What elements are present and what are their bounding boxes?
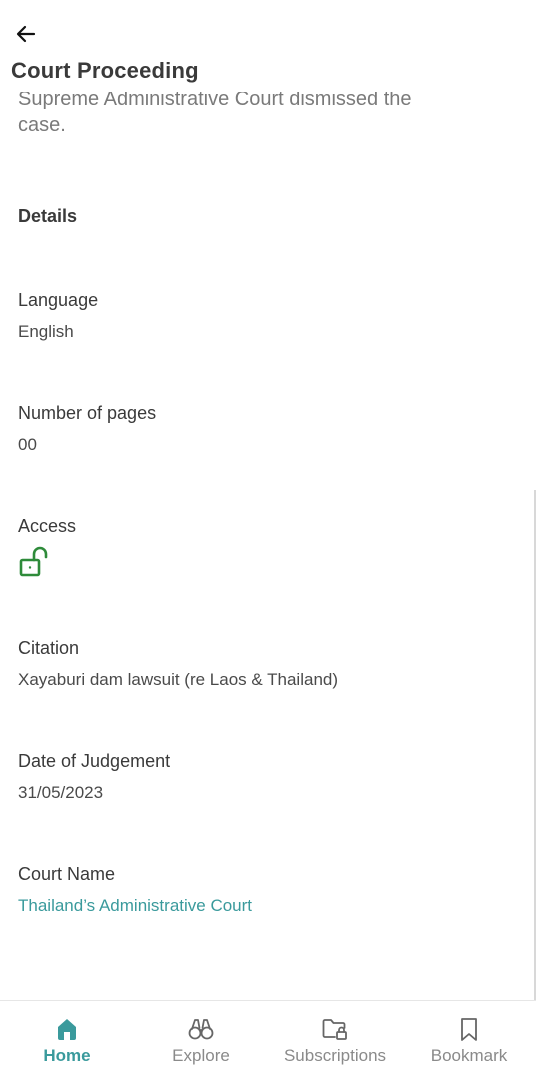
folder-lock-icon: [322, 1019, 347, 1040]
field-date-of-judgement: Date of Judgement 31/05/2023: [18, 749, 518, 805]
bookmark-icon: [461, 1018, 477, 1041]
field-citation: Citation Xayaburi dam lawsuit (re Laos &…: [18, 636, 518, 692]
field-access: Access: [18, 514, 518, 578]
field-label: Court Name: [18, 864, 116, 884]
summary-text: Supreme Administrative Court dismissed t…: [18, 86, 518, 138]
nav-bookmark-label: Bookmark: [430, 1046, 508, 1065]
field-label: Date of Judgement: [18, 751, 171, 771]
nav-subscriptions[interactable]: Subscriptions: [270, 1001, 400, 1066]
field-label: Language: [18, 290, 99, 310]
field-label: Access: [18, 516, 77, 536]
home-icon: [58, 1019, 76, 1040]
field-value: English: [18, 322, 74, 341]
nav-bookmark[interactable]: Bookmark: [404, 1001, 534, 1066]
arrow-left-icon: [16, 25, 36, 43]
binoculars-icon: [188, 1019, 214, 1040]
back-button[interactable]: [10, 20, 42, 48]
nav-home[interactable]: Home: [2, 1001, 132, 1066]
page-title: Court Proceeding: [11, 58, 199, 83]
court-name-link[interactable]: Thailand’s Administrative Court: [18, 894, 518, 918]
field-value: 00: [18, 435, 37, 454]
details-heading: Details: [18, 206, 78, 226]
top-app-bar: Court Proceeding: [0, 0, 536, 92]
unlock-icon: [18, 546, 50, 578]
field-number-of-pages: Number of pages 00: [18, 401, 518, 457]
nav-home-label: Home: [43, 1046, 91, 1065]
detail-content: Supreme Administrative Court dismissed t…: [0, 0, 536, 1000]
bottom-navigation: Home Explore Subscriptions Bookmark: [0, 1000, 536, 1076]
nav-subscriptions-label: Subscriptions: [283, 1046, 387, 1065]
field-label: Citation: [18, 638, 80, 658]
nav-explore-label: Explore: [172, 1046, 230, 1065]
field-value: 31/05/2023: [18, 783, 104, 802]
field-label: Number of pages: [18, 403, 157, 423]
field-language: Language English: [18, 288, 518, 344]
nav-explore[interactable]: Explore: [136, 1001, 266, 1066]
field-value: Xayaburi dam lawsuit (re Laos & Thailand…: [18, 670, 339, 689]
summary-last-line: case.: [18, 114, 66, 136]
field-court-name: Court Name Thailand’s Administrative Cou…: [18, 862, 518, 918]
